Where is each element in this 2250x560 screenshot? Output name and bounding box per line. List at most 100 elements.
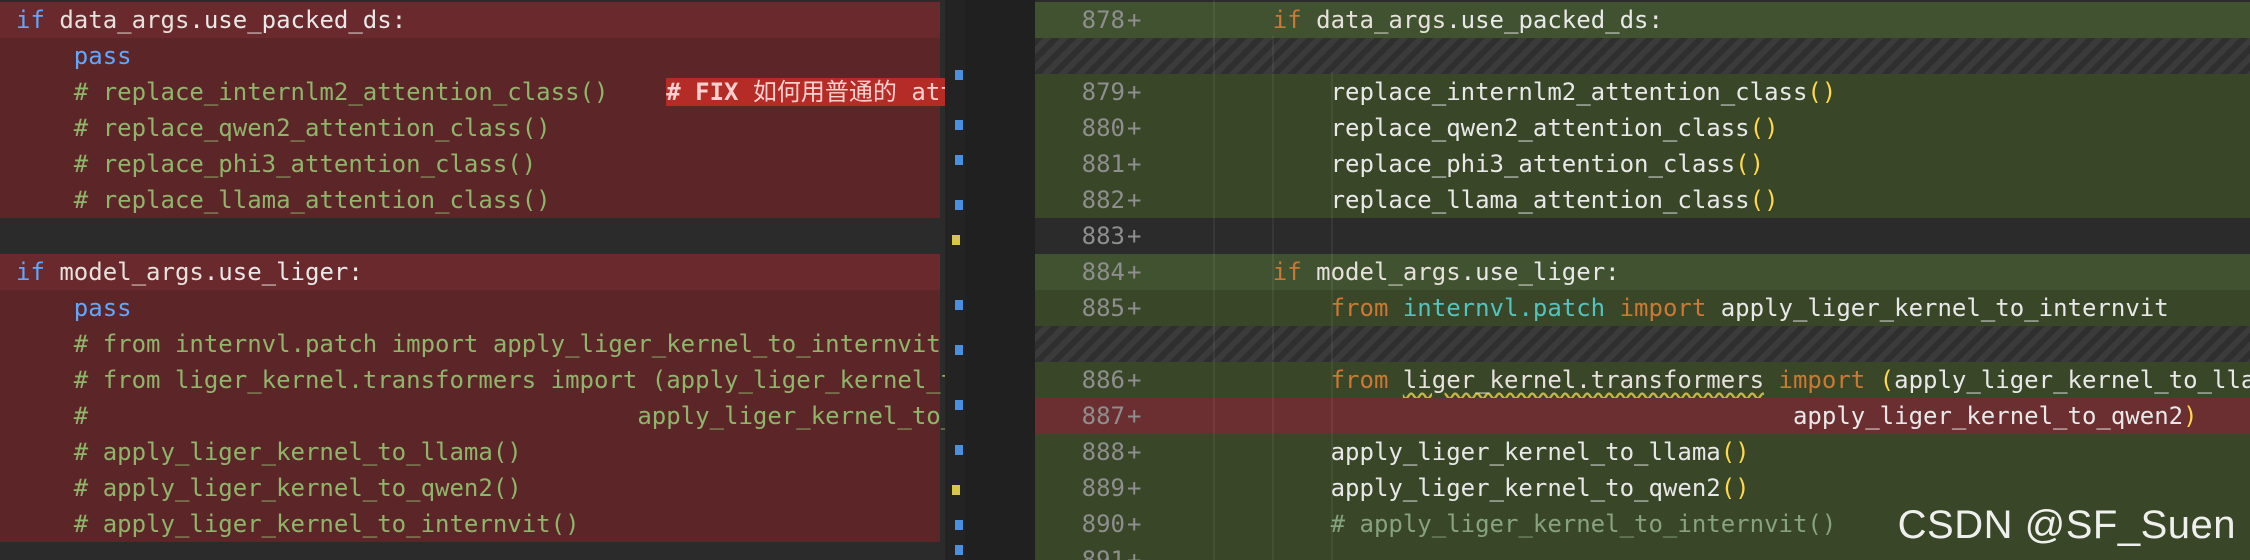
scrollbar-marker xyxy=(952,485,960,495)
code-text: replace_internlm2_attention_class() xyxy=(1215,74,1837,110)
left-diff-pane[interactable]: if data_args.use_packed_ds: pass # repla… xyxy=(0,0,965,560)
code-token: # replace_llama_attention_class() xyxy=(73,186,551,214)
line-number: 885 xyxy=(1081,294,1125,322)
code-token: data_args xyxy=(59,6,190,34)
watermark: CSDN @SF_Suen xyxy=(1897,503,2236,547)
left-code-line: # replace_phi3_attention_class() xyxy=(0,146,940,182)
scrollbar-marker xyxy=(955,445,963,455)
line-number: 884 xyxy=(1081,258,1125,286)
code-token: from xyxy=(1330,366,1403,394)
diff-gutter xyxy=(965,0,1035,560)
right-code-line: 885 + from internvl.patch import apply_li… xyxy=(1035,290,2250,326)
code-token: if xyxy=(16,6,60,34)
scrollbar-marker xyxy=(955,345,963,355)
code-text: if data_args.use_packed_ds: xyxy=(16,2,406,38)
indent-guide xyxy=(1213,0,1215,560)
code-token: import xyxy=(1605,294,1721,322)
left-scrollbar-track[interactable] xyxy=(945,0,965,560)
right-code-line: 882 + replace_llama_attention_class() xyxy=(1035,182,2250,218)
line-number: 889 xyxy=(1081,474,1125,502)
scrollbar-marker xyxy=(955,400,963,410)
fix-label: # FIX xyxy=(666,78,739,106)
code-token: () xyxy=(1749,186,1779,214)
left-code-line: # apply_liger_kernel_to_internvit() xyxy=(0,506,940,542)
code-token: # replace_qwen2_attention_class() xyxy=(73,114,551,142)
code-token: liger_kernel.transformers xyxy=(1402,366,1765,394)
left-code-line: pass xyxy=(0,290,940,326)
added-line-marker: + xyxy=(1127,150,1142,178)
code-text: apply_liger_kernel_to_qwen2() xyxy=(1215,470,1750,506)
code-text: # apply_liger_kernel_to_internvit() xyxy=(16,506,580,542)
code-token: replace_llama_attention_class xyxy=(1330,186,1750,214)
code-token: ( xyxy=(1879,366,1895,394)
indent-guide xyxy=(1272,36,1274,560)
added-line-marker: + xyxy=(1127,402,1142,430)
code-token: () xyxy=(1749,114,1779,142)
code-token: pass xyxy=(73,294,132,322)
code-token: model_args xyxy=(1316,258,1461,286)
code-token: if xyxy=(16,258,60,286)
code-token: import xyxy=(1764,366,1880,394)
added-line-marker: + xyxy=(1127,546,1142,560)
code-text: # replace_llama_attention_class() xyxy=(16,182,551,218)
scrollbar-marker xyxy=(955,155,963,165)
added-line-marker: + xyxy=(1127,510,1142,538)
code-text: replace_llama_attention_class() xyxy=(1215,182,1779,218)
added-line-marker: + xyxy=(1127,222,1142,250)
code-text: # apply_liger_kernel_to_qw xyxy=(16,398,965,434)
left-code-line: # replace_qwen2_attention_class() xyxy=(0,110,940,146)
code-text: # apply_liger_kernel_to_qwen2() xyxy=(16,470,522,506)
code-token: data_args xyxy=(1316,6,1447,34)
right-code-line: 886 + from liger_kernel.transformers impo… xyxy=(1035,362,2250,398)
right-code-line: 878 + if data_args.use_packed_ds: xyxy=(1035,2,2250,38)
line-number: 887 xyxy=(1081,402,1125,430)
code-token: () xyxy=(1720,438,1750,466)
added-line-marker: + xyxy=(1127,186,1142,214)
code-token: # apply_liger_kernel_to_internvit() xyxy=(73,510,580,538)
code-token: apply_liger_kernel_to_llama xyxy=(1330,438,1721,466)
added-line-marker: + xyxy=(1127,294,1142,322)
right-code-line: 884 + if model_args.use_liger: xyxy=(1035,254,2250,290)
scrollbar-marker xyxy=(952,235,960,245)
code-text: if data_args.use_packed_ds: xyxy=(1215,2,1663,38)
code-token: internvl.patch xyxy=(1402,294,1606,322)
line-number: 888 xyxy=(1081,438,1125,466)
code-token: apply_liger_kernel_to_llama, xyxy=(1894,366,2250,394)
code-token: replace_qwen2_attention_class xyxy=(1330,114,1750,142)
fix-text: 如何用普通的 atte xyxy=(738,78,965,106)
code-token: replace_phi3_attention_class xyxy=(1330,150,1736,178)
scrollbar-marker xyxy=(955,70,963,80)
code-token: if xyxy=(1272,6,1317,34)
right-code-line: 889 + apply_liger_kernel_to_qwen2() xyxy=(1035,470,2250,506)
code-token: model_args xyxy=(59,258,204,286)
left-code-line: if model_args.use_liger: xyxy=(0,254,940,290)
line-number: 883 xyxy=(1081,222,1125,250)
code-text: # apply_liger_kernel_to_llama() xyxy=(16,434,522,470)
scrollbar-marker xyxy=(955,200,963,210)
added-line-marker: + xyxy=(1127,6,1142,34)
left-code-line: # replace_llama_attention_class() xyxy=(0,182,940,218)
left-code-line: # replace_internlm2_attention_class() # … xyxy=(0,74,965,110)
right-diff-pane[interactable]: 878 + if data_args.use_packed_ds: 879 + rep… xyxy=(1035,0,2250,560)
added-line-marker: + xyxy=(1127,258,1142,286)
scrollbar-marker xyxy=(955,300,963,310)
line-number: 879 xyxy=(1081,78,1125,106)
scrollbar-marker xyxy=(955,120,963,130)
line-number: 891 xyxy=(1081,546,1125,560)
code-token: # from liger_kernel.transformers import … xyxy=(73,366,965,394)
line-number: 881 xyxy=(1081,150,1125,178)
code-token: replace_internlm2_attention_class xyxy=(1330,78,1808,106)
code-token: # from internvl.patch import apply_liger… xyxy=(73,330,941,358)
left-code-line: pass xyxy=(0,38,940,74)
code-text: if model_args.use_liger: xyxy=(16,254,363,290)
code-token: .use_liger: xyxy=(203,258,363,286)
